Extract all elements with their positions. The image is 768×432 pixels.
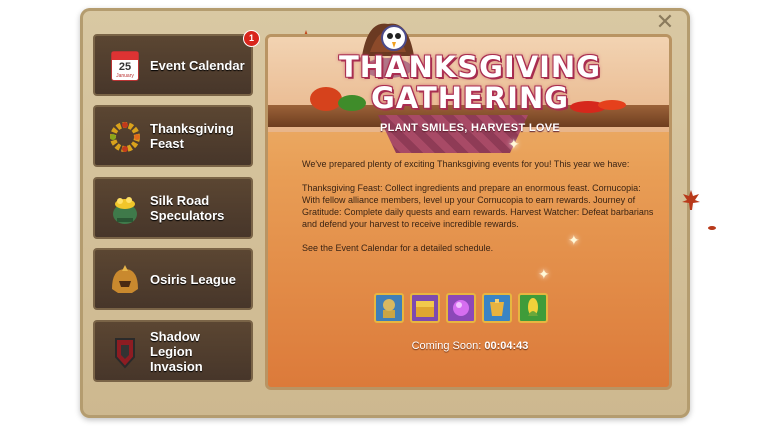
event-schedule-note: See the Event Calendar for a detailed sc… [302,243,494,253]
reward-item[interactable] [374,293,404,323]
reward-item[interactable] [482,293,512,323]
coming-soon-countdown: Coming Soon: 00:04:43 [340,340,600,352]
rewards-row [374,293,548,327]
sidebar-item-osiris-league[interactable]: Osiris League [93,248,253,310]
countdown-timer: 00:04:43 [484,340,529,352]
reward-item[interactable] [410,293,440,323]
maple-leaf-icon [682,190,700,210]
treasure-pot-icon [107,191,143,227]
close-button[interactable]: ✕ [654,12,676,34]
notification-badge: 1 [243,30,260,47]
sidebar: 25 January Event Calendar 1 Thanksgiving… [93,30,260,394]
purple-orb-icon [453,300,469,316]
close-icon: ✕ [655,10,675,35]
sidebar-item-silk-road-speculators[interactable]: Silk Road Speculators [93,177,253,239]
sidebar-item-shadow-legion-invasion[interactable]: Shadow Legion Invasion [93,320,253,382]
sidebar-item-label: Event Calendar [150,57,245,73]
tablecloth-illustration [378,115,528,153]
event-subtitle: PLANT SMILES, HARVEST LOVE [380,122,560,134]
event-details: Thanksgiving Feast: Collect ingredients … [302,183,654,229]
coming-soon-label: Coming Soon: [411,340,482,352]
event-intro: We've prepared plenty of exciting Thanks… [302,159,630,169]
sidebar-item-label: Shadow Legion Invasion [150,328,203,374]
sidebar-item-label: Thanksgiving Feast [150,121,234,151]
golden-armor-icon [490,299,504,316]
calendar-icon: 25 January [107,48,143,84]
sparkle-icon: ✦ [508,137,520,153]
event-description: We've prepared plenty of exciting Thanks… [302,158,654,266]
sidebar-item-label: Osiris League [150,271,236,287]
event-title: THANKSGIVING GATHERING [338,50,602,115]
commander-sculpture-icon [383,299,395,318]
sparkle-icon: ✦ [538,267,550,283]
gold-chest-icon [416,301,434,317]
corn-icon [528,298,538,316]
reward-item[interactable] [446,293,476,323]
shield-banner-icon [107,334,143,370]
maple-leaf-icon [708,226,716,230]
sidebar-item-event-calendar[interactable]: 25 January Event Calendar 1 [93,30,260,96]
sidebar-item-label: Silk Road Speculators [150,193,225,223]
wreath-icon [107,119,143,155]
sidebar-item-thanksgiving-feast[interactable]: Thanksgiving Feast [93,105,253,167]
reward-item[interactable] [518,293,548,323]
helmet-icon [107,262,143,298]
